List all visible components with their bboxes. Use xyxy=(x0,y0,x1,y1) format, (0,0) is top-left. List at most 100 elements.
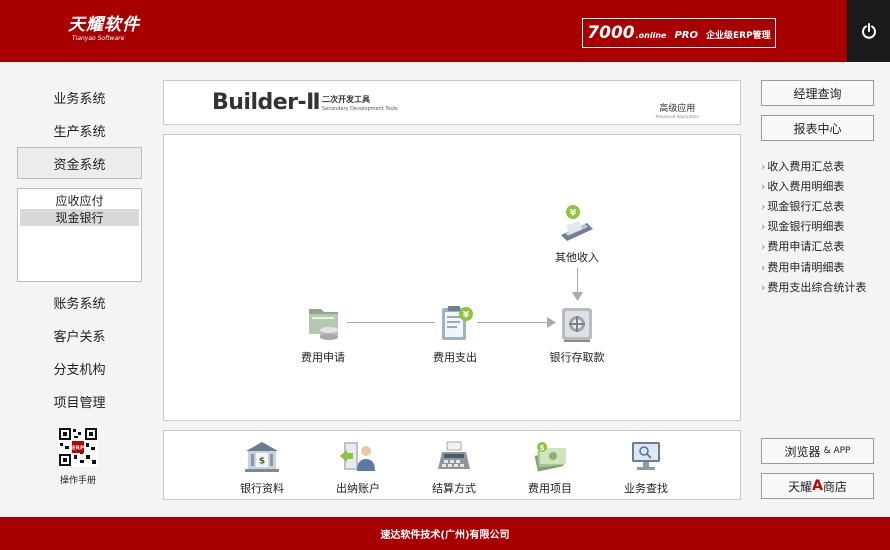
link-income-expense-detail[interactable]: › 收入费用明细表 xyxy=(761,178,844,194)
funds-subnav: 应收应付 现金银行 xyxy=(17,188,142,282)
nav-business-system[interactable]: 业务系统 xyxy=(17,84,142,110)
link-label: 现金银行汇总表 xyxy=(767,200,845,213)
link-income-expense-summary[interactable]: › 收入费用汇总表 xyxy=(761,158,844,174)
link-label: 收入费用明细表 xyxy=(767,180,845,193)
nav-branch-offices[interactable]: 分支机构 xyxy=(17,355,142,381)
svg-text:¥: ¥ xyxy=(463,311,470,321)
footer-bar: 速达软件技术(广州)有限公司 xyxy=(0,517,890,550)
button-label-prefix: 天耀 xyxy=(788,479,813,494)
nav-customer-relations[interactable]: 客户关系 xyxy=(17,322,142,348)
tool-bank-info[interactable]: $ 银行资料 xyxy=(222,439,302,496)
subnav-cash-bank[interactable]: 现金银行 xyxy=(20,209,139,226)
button-label-suffix: 商店 xyxy=(822,479,847,494)
chevron-right-icon: › xyxy=(761,261,766,274)
flow-diagram: 费用申请 ¥ 费用支出 银行存取款 ¥ 其他收入 xyxy=(163,134,741,421)
nav-label: 项目管理 xyxy=(53,395,106,411)
link-cash-bank-detail[interactable]: › 现金银行明细表 xyxy=(761,218,844,234)
flow-node-label: 费用支出 xyxy=(433,351,477,364)
nav-label: 账务系统 xyxy=(53,296,106,312)
builder-subtitle-cn: 二次开发工具 xyxy=(322,95,370,104)
footer-company-name: 速达软件技术(广州)有限公司 xyxy=(380,530,510,541)
logo-text: 天耀软件 xyxy=(68,15,140,35)
browser-app-button[interactable]: 浏览器 & APP xyxy=(761,438,874,464)
qr-badge-text: ERP xyxy=(72,446,84,452)
report-center-button[interactable]: 报表中心 xyxy=(761,115,874,141)
manager-query-button[interactable]: 经理查询 xyxy=(761,80,874,106)
store-logo-icon: A xyxy=(812,478,823,494)
erp-product-name: 企业级ERP管理 xyxy=(706,31,771,41)
tool-settlement-method[interactable]: 结算方式 xyxy=(414,439,494,496)
tool-business-search[interactable]: 业务查找 xyxy=(606,439,686,496)
button-label: 报表中心 xyxy=(793,121,842,136)
subnav-receivable-payable[interactable]: 应收应付 xyxy=(20,192,139,209)
app-store-button[interactable]: 天耀 A 商店 xyxy=(761,473,874,499)
advanced-application: 高级应用 Advanced Application xyxy=(656,101,699,119)
nav-label: 分支机构 xyxy=(53,362,106,378)
nav-label: 生产系统 xyxy=(53,124,106,140)
link-expense-request-detail[interactable]: › 费用申请明细表 xyxy=(761,259,844,275)
subnav-label: 应收应付 xyxy=(55,194,104,208)
qr-code-icon[interactable]: ERP xyxy=(58,427,98,467)
builder-subtitle-en: Secondary Development Tools xyxy=(322,106,398,112)
chevron-right-icon: › xyxy=(761,160,766,173)
nav-label: 业务系统 xyxy=(53,91,106,107)
expense-request-icon xyxy=(309,309,338,340)
link-expense-payment-statistics[interactable]: › 费用支出综合统计表 xyxy=(761,279,866,295)
erp-online-suffix: .online xyxy=(635,31,667,40)
flow-node-label: 其他收入 xyxy=(555,251,599,264)
builder-banner[interactable]: Builder-Ⅱ 二次开发工具 Secondary Development T… xyxy=(163,80,741,125)
nav-label: 客户关系 xyxy=(53,329,106,345)
link-cash-bank-summary[interactable]: › 现金银行汇总表 xyxy=(761,198,844,214)
chevron-right-icon: › xyxy=(761,281,766,294)
flow-node-bank-deposit[interactable]: 银行存取款 xyxy=(522,303,632,365)
flow-arrow-down-icon xyxy=(572,292,583,301)
builder-subtitle: 二次开发工具 Secondary Development Tools xyxy=(322,95,398,113)
nav-label: 资金系统 xyxy=(53,157,106,173)
bank-info-icon: $ xyxy=(245,442,279,472)
tool-cashier-account[interactable]: 出纳账户 xyxy=(318,439,398,496)
erp-version-number: 7000 xyxy=(587,23,635,43)
flow-node-label: 银行存取款 xyxy=(549,351,605,364)
cashier-account-icon xyxy=(340,442,375,471)
button-label: 浏览器 xyxy=(784,444,821,459)
erp-product-badge: 7000 .online PRO 企业级ERP管理 xyxy=(582,18,776,48)
tool-panel: $ 银行资料 出纳账户 结算方式 $ 费用项目 业务查找 xyxy=(163,430,741,500)
nav-production-system[interactable]: 生产系统 xyxy=(17,117,142,143)
link-label: 现金银行明细表 xyxy=(767,220,845,233)
company-logo: 天耀软件 Tianyao Software xyxy=(68,16,140,43)
flow-node-expense-payment[interactable]: ¥ 费用支出 xyxy=(400,303,510,365)
link-expense-request-summary[interactable]: › 费用申请汇总表 xyxy=(761,238,844,254)
power-button[interactable] xyxy=(847,0,890,62)
top-header: 天耀软件 Tianyao Software 7000 .online PRO 企… xyxy=(0,0,890,62)
manual-label[interactable]: 操作手册 xyxy=(40,473,116,486)
link-label: 收入费用汇总表 xyxy=(767,160,845,173)
chevron-right-icon: › xyxy=(761,220,766,233)
tool-expense-item[interactable]: $ 费用项目 xyxy=(510,439,590,496)
flow-node-label: 费用申请 xyxy=(301,351,345,364)
advanced-application-cn: 高级应用 xyxy=(659,104,696,114)
expense-payment-icon: ¥ xyxy=(442,306,473,340)
nav-accounting-system[interactable]: 账务系统 xyxy=(17,289,142,315)
bank-deposit-icon xyxy=(562,308,592,342)
builder-title: Builder-Ⅱ xyxy=(212,90,321,115)
tool-label: 结算方式 xyxy=(432,482,476,495)
subnav-label: 现金银行 xyxy=(55,211,104,225)
nav-project-management[interactable]: 项目管理 xyxy=(17,388,142,414)
tool-label: 出纳账户 xyxy=(336,482,380,495)
advanced-application-en: Advanced Application xyxy=(655,114,699,119)
flow-node-expense-request[interactable]: 费用申请 xyxy=(268,303,378,365)
tool-label: 费用项目 xyxy=(528,482,572,495)
erp-pro-label: PRO xyxy=(674,30,698,41)
svg-text:¥: ¥ xyxy=(570,209,577,219)
button-label-suffix: & APP xyxy=(823,446,851,456)
svg-text:$: $ xyxy=(259,457,265,467)
logo-subtext: Tianyao Software xyxy=(72,35,125,42)
chevron-right-icon: › xyxy=(761,200,766,213)
link-label: 费用申请明细表 xyxy=(767,261,845,274)
other-income-icon: ¥ xyxy=(561,205,593,241)
expense-item-icon: $ xyxy=(534,442,566,472)
nav-funds-system[interactable]: 资金系统 xyxy=(17,147,142,179)
tool-label: 银行资料 xyxy=(240,482,284,495)
chevron-right-icon: › xyxy=(761,180,766,193)
flow-node-other-income[interactable]: ¥ 其他收入 xyxy=(522,203,632,265)
